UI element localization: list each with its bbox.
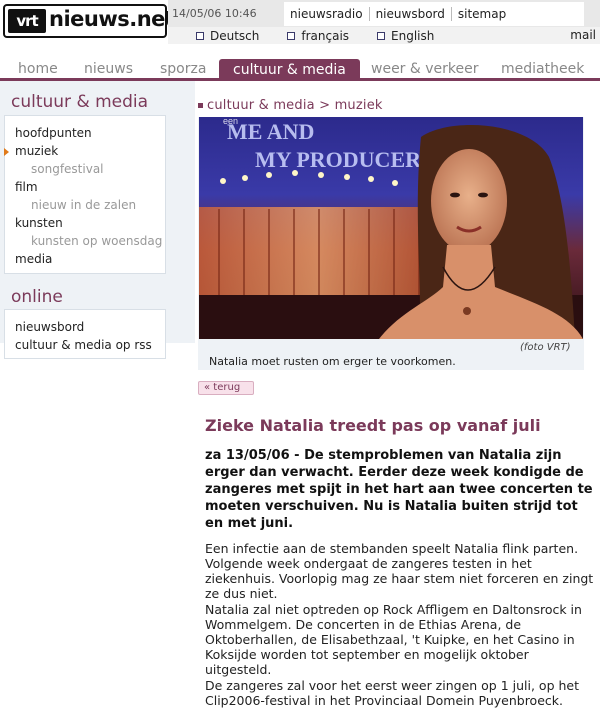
mail-link[interactable]: mail	[570, 28, 596, 42]
toplink-nieuwsradio[interactable]: nieuwsradio	[284, 7, 369, 21]
article-paragraph: De zangeres zal voor het eerst weer zing…	[205, 678, 579, 708]
photo-sign-text-1: ME AND	[227, 119, 314, 144]
sidebar-item-songfestival[interactable]: songfestival	[31, 162, 104, 176]
article-title: Zieke Natalia treedt pas op vanaf juli	[205, 416, 541, 435]
sidebar-item-kunsten[interactable]: kunsten	[15, 216, 63, 230]
main-nav: home nieuws sporza cultuur & media weer …	[0, 57, 600, 81]
sidebar-item-film[interactable]: film	[15, 180, 38, 194]
tab-nieuws[interactable]: nieuws	[84, 57, 133, 78]
article-photo[interactable]: een ME AND MY PRODUCER	[199, 117, 583, 339]
sidebar-item-hoofdpunten[interactable]: hoofdpunten	[15, 126, 92, 140]
sidebar-section-title: cultuur & media	[11, 92, 149, 112]
toplink-nieuwsbord[interactable]: nieuwsbord	[368, 7, 451, 21]
article-lead: za 13/05/06 - De stemproblemen van Natal…	[205, 448, 593, 531]
language-bar: Deutsch français English	[168, 27, 600, 44]
sidebar-item-media[interactable]: media	[15, 252, 52, 266]
lang-deutsch[interactable]: Deutsch	[196, 29, 259, 43]
checkbox-icon	[196, 31, 204, 40]
sidebar: cultuur & media hoofdpunten muziek songf…	[0, 81, 195, 359]
article-paragraph: Een infectie aan de stembanden speelt Na…	[205, 541, 594, 601]
sidebar-item-kunsten-op-woensdag[interactable]: kunsten op woensdag	[31, 234, 162, 248]
sidebar-menu: hoofdpunten muziek songfestival film nie…	[3, 115, 166, 274]
lang-francais[interactable]: français	[287, 29, 349, 43]
online-menu: nieuwsbord cultuur & media op rss	[4, 309, 166, 359]
photo-credit: (foto VRT)	[520, 342, 571, 353]
lang-english[interactable]: English	[377, 29, 434, 43]
breadcrumb-bullet-icon	[198, 103, 203, 108]
sidebar-item-muziek[interactable]: muziek	[3, 144, 58, 158]
tab-mediatheek[interactable]: mediatheek	[501, 57, 584, 78]
lang-label: Deutsch	[210, 28, 260, 43]
tab-home[interactable]: home	[18, 57, 58, 78]
sidebar-item-nieuw-in-de-zalen[interactable]: nieuw in de zalen	[31, 198, 136, 212]
online-item-rss[interactable]: cultuur & media op rss	[15, 338, 152, 352]
back-button[interactable]: « terug	[198, 381, 254, 395]
breadcrumb-text[interactable]: cultuur & media > muziek	[207, 98, 383, 113]
tab-sporza[interactable]: sporza	[160, 57, 206, 78]
current-datetime: 14/05/06 10:46	[172, 7, 257, 20]
photo-sign-text-2: MY PRODUCER	[255, 147, 422, 172]
checkbox-icon	[287, 31, 296, 40]
logo-wordmark: nieuws.net	[49, 7, 175, 31]
vrt-logo-mark: vrt	[8, 9, 46, 33]
breadcrumb: cultuur & media > muziek	[195, 95, 600, 117]
online-item-nieuwsbord[interactable]: nieuwsbord	[15, 320, 84, 334]
site-header: vrt nieuws.net 14/05/06 10:46 nieuwsradi…	[0, 0, 600, 44]
tab-weer-verkeer[interactable]: weer & verkeer	[371, 57, 479, 78]
lang-label: français	[301, 28, 350, 43]
article-paragraph: Natalia zal niet optreden op Rock Afflig…	[205, 602, 582, 677]
toplink-sitemap[interactable]: sitemap	[450, 7, 512, 21]
online-section-title: online	[11, 287, 63, 307]
photo-caption: Natalia moet rusten om erger te voorkome…	[209, 355, 456, 368]
lang-label: English	[391, 28, 435, 43]
checkbox-icon	[377, 31, 386, 40]
photo-scene: een ME AND MY PRODUCER	[199, 117, 583, 339]
site-logo[interactable]: vrt nieuws.net	[3, 4, 175, 38]
top-links: nieuwsradio nieuwsbord sitemap	[284, 2, 584, 26]
